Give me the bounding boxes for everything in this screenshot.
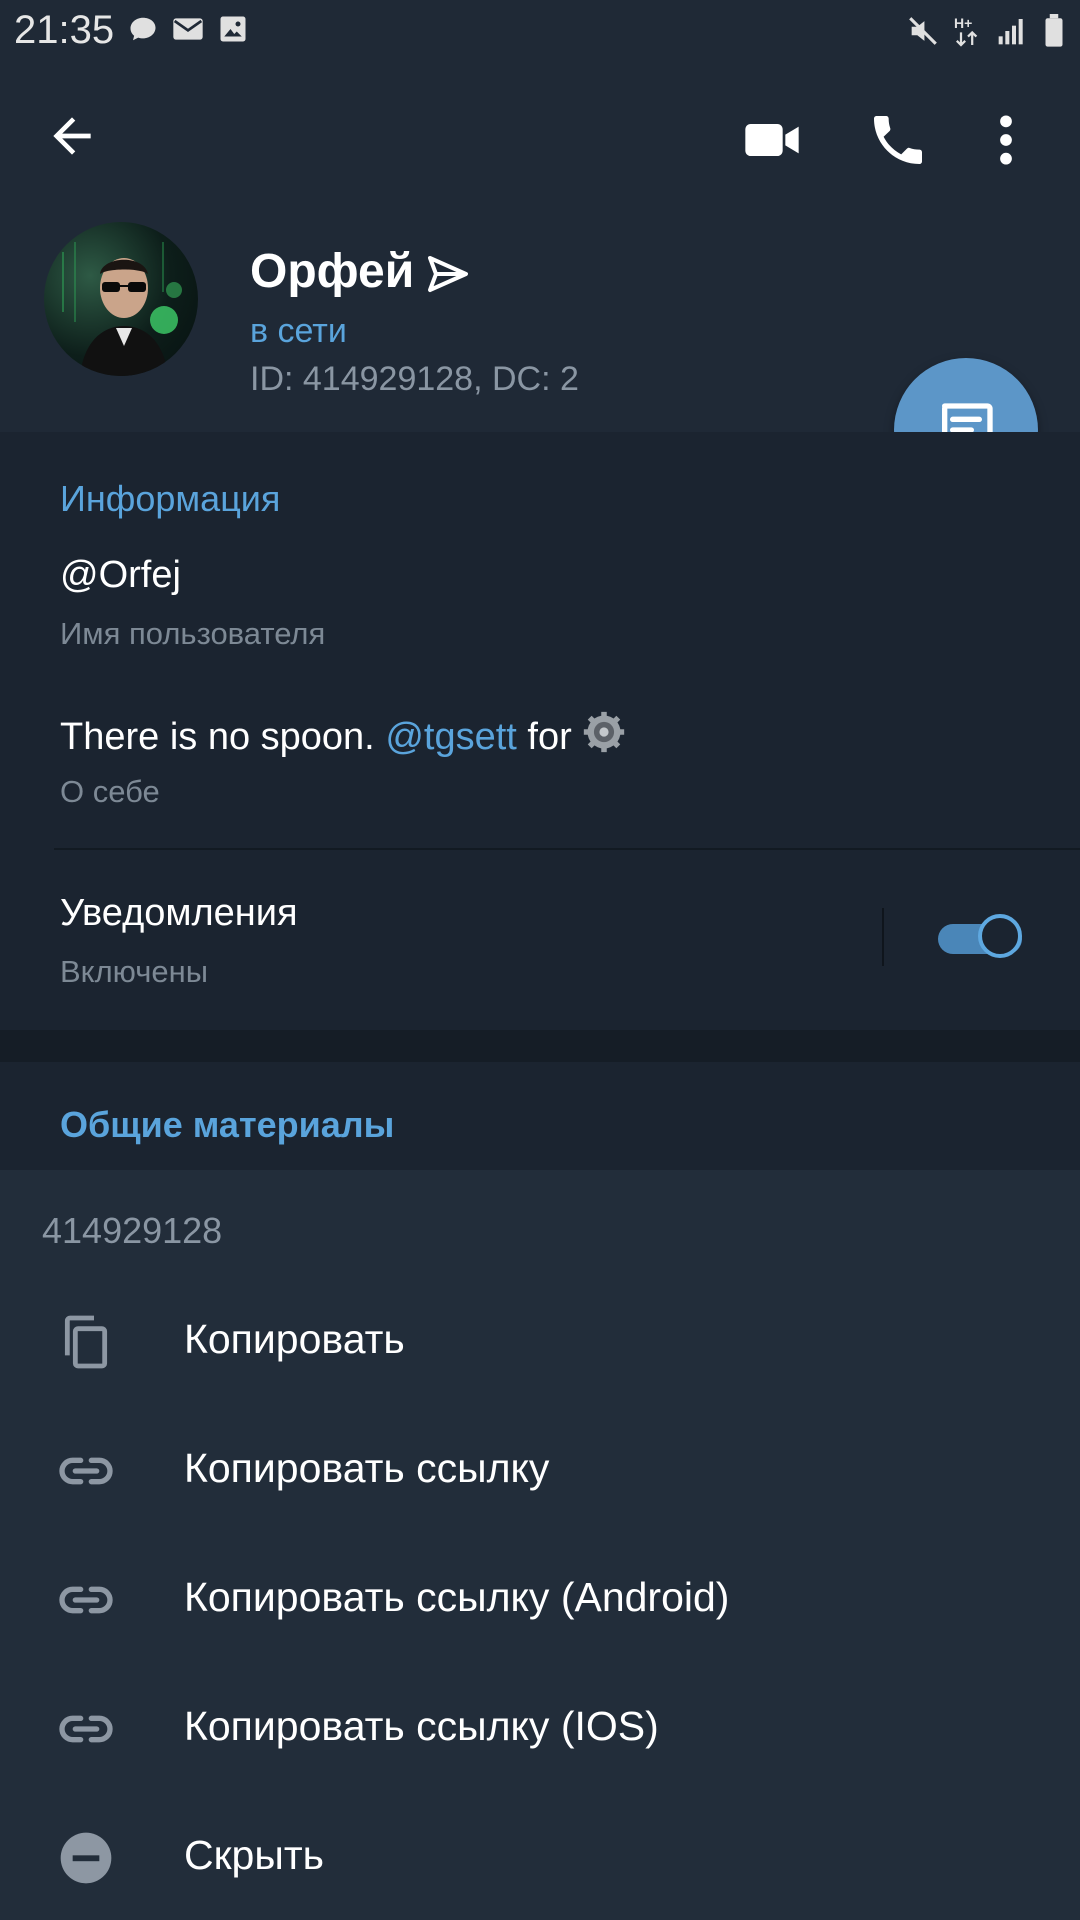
battery-icon (1042, 14, 1066, 53)
svg-text:H+: H+ (954, 15, 972, 31)
notifications-toggle[interactable] (938, 914, 1026, 962)
status-left-icons (128, 14, 248, 49)
link-icon (54, 1697, 118, 1761)
bio-label: О себе (60, 774, 160, 809)
menu-item-copy-link[interactable]: Копировать ссылку (0, 1403, 1080, 1531)
back-button[interactable] (44, 108, 100, 164)
copy-icon (54, 1310, 118, 1374)
avatar-image (62, 242, 182, 376)
bio-text[interactable]: There is no spoon. @tgsett for (60, 710, 626, 764)
more-options-button[interactable] (986, 108, 1026, 172)
voice-call-button[interactable] (866, 108, 930, 172)
menu-label-copy-link: Копировать ссылку (184, 1445, 550, 1491)
mute-icon (906, 14, 940, 53)
menu-item-copy-link-android[interactable]: Копировать ссылку (Android) (0, 1532, 1080, 1660)
vertical-divider (882, 908, 884, 966)
menu-item-hide[interactable]: Скрыть (0, 1790, 1080, 1918)
bio-prefix: There is no spoon. (60, 715, 386, 758)
send-arrow-icon (424, 250, 472, 298)
gear-icon (582, 710, 626, 764)
profile-name: Орфей (250, 245, 415, 298)
signal-icon (996, 15, 1028, 52)
video-call-button[interactable] (740, 108, 804, 172)
video-camera-icon (745, 124, 799, 156)
context-bottom-sheet: 414929128 Копировать Копировать ссылку К… (0, 1170, 1080, 1920)
notifications-title[interactable]: Уведомления (60, 892, 298, 935)
menu-label-copy-link-android: Копировать ссылку (Android) (184, 1574, 730, 1620)
menu-item-copy[interactable]: Копировать (0, 1274, 1080, 1402)
section-gap (0, 1030, 1080, 1062)
hplus-data-icon: H+ (954, 14, 982, 53)
chat-bubble-icon (128, 14, 158, 49)
shared-media-title: Общие материалы (60, 1104, 395, 1145)
back-arrow-icon (53, 117, 91, 155)
image-icon (218, 14, 248, 49)
username-value[interactable]: @Orfej (60, 554, 181, 597)
online-status: в сети (250, 312, 347, 350)
avatar[interactable] (44, 222, 198, 376)
minus-circle-icon (54, 1826, 118, 1890)
sheet-title: 414929128 (42, 1210, 223, 1251)
mail-icon (172, 15, 204, 48)
menu-item-copy-link-ios[interactable]: Копировать ссылку (IOS) (0, 1661, 1080, 1789)
username-label: Имя пользователя (60, 616, 326, 651)
status-time: 21:35 (14, 8, 115, 52)
shared-media-section: Общие материалы (0, 1062, 1080, 1170)
user-id-line: ID: 414929128, DC: 2 (250, 360, 579, 398)
bio-mention-link[interactable]: @tgsett (385, 716, 517, 759)
info-section-title: Информация (60, 478, 281, 519)
link-icon (54, 1439, 118, 1503)
bio-suffix: for (516, 715, 583, 758)
divider (54, 848, 1080, 850)
info-section: Информация @Orfej Имя пользователя There… (0, 432, 1080, 1030)
status-right-icons: H+ (906, 14, 1066, 53)
menu-label-copy: Копировать (184, 1316, 405, 1362)
status-bar: 21:35 H+ (0, 0, 1080, 64)
notifications-status: Включены (60, 954, 209, 989)
toggle-knob (978, 914, 1022, 958)
link-icon (54, 1568, 118, 1632)
more-vertical-icon (1000, 115, 1012, 165)
menu-label-hide: Скрыть (184, 1832, 324, 1878)
menu-label-copy-link-ios: Копировать ссылку (IOS) (184, 1703, 659, 1749)
phone-icon (874, 116, 922, 164)
